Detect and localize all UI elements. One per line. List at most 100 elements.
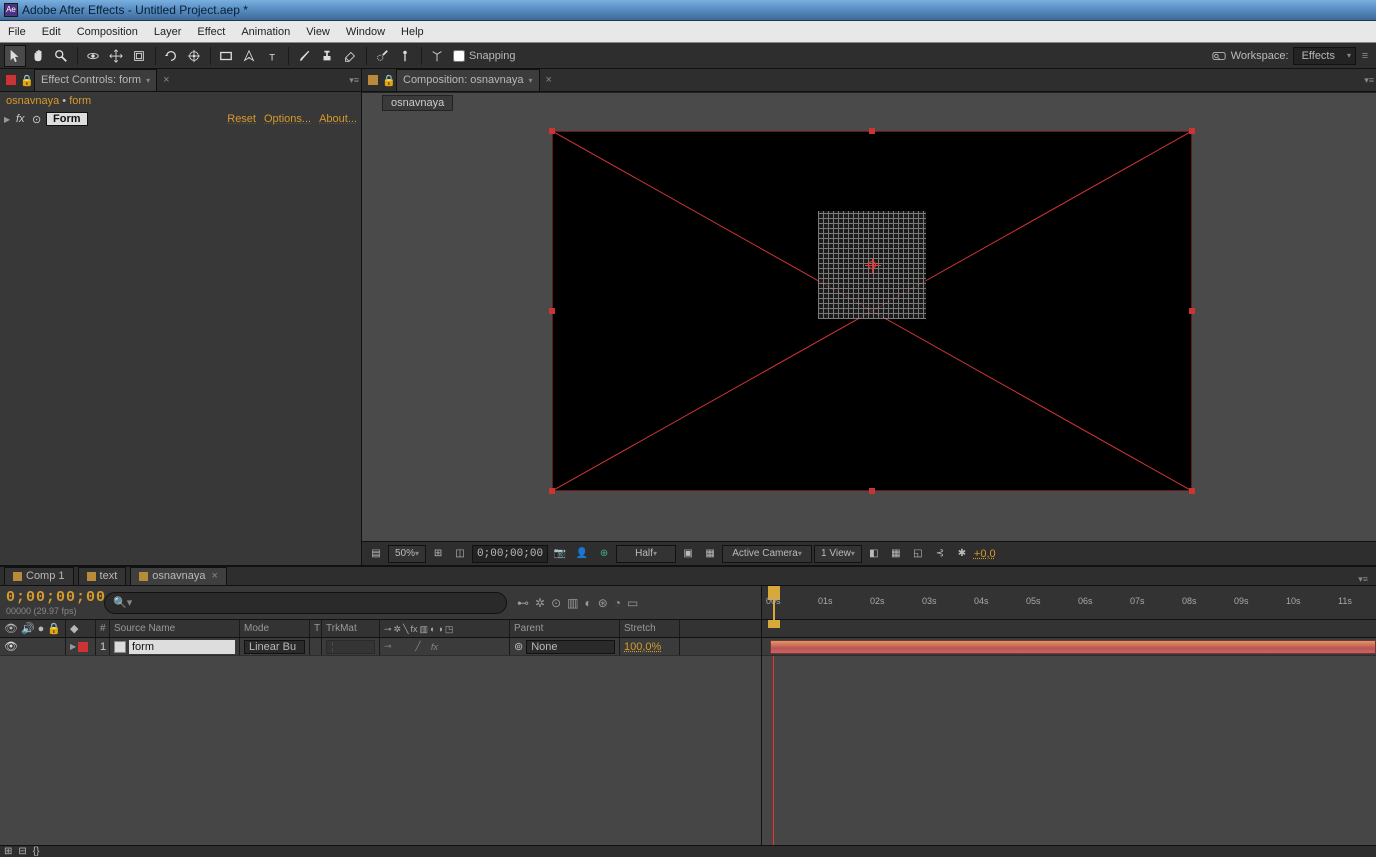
handle-mid-left[interactable] — [549, 308, 555, 314]
effect-name[interactable]: Form — [46, 112, 88, 126]
comp-flowchart-icon[interactable]: ⊰ — [930, 545, 950, 563]
layer-label-swatch[interactable] — [78, 642, 88, 652]
trkmat-col-header[interactable]: TrkMat — [322, 620, 380, 637]
toggle-in-out-icon[interactable]: {} — [33, 846, 40, 857]
composition-tab[interactable]: Composition: osnavnaya ▾ — [396, 69, 540, 91]
close-tab-icon[interactable]: × — [546, 74, 552, 86]
handle-mid-right[interactable] — [1189, 308, 1195, 314]
show-snapshot-icon[interactable]: 👤 — [572, 545, 592, 563]
toggle-switches-icon[interactable]: ⊞ — [4, 846, 12, 857]
pixel-aspect-icon[interactable]: ◧ — [864, 545, 884, 563]
views-dropdown[interactable]: 1 View — [814, 545, 862, 563]
current-time-block[interactable]: 0;00;00;00 00000 (29.97 fps) — [0, 586, 100, 619]
track-xy-camera-tool-icon[interactable] — [105, 45, 127, 67]
handle-top-left[interactable] — [549, 128, 555, 134]
quality-switch-icon[interactable]: ╲ — [403, 620, 408, 637]
timeline-empty-area[interactable] — [0, 656, 761, 845]
panel-menu-icon[interactable]: ▾≡ — [349, 75, 359, 86]
solo-col-icon[interactable]: ● — [38, 620, 45, 637]
effect-row-form[interactable]: ▶ fx ⊙ Form Reset Options... About... — [0, 110, 361, 128]
motion-blur-icon[interactable]: ◐ — [584, 596, 591, 610]
track-z-camera-tool-icon[interactable] — [128, 45, 150, 67]
timeline-tracks-empty[interactable] — [762, 656, 1376, 845]
hide-shy-icon[interactable]: ⊙ — [551, 596, 561, 610]
rotation-tool-icon[interactable] — [160, 45, 182, 67]
video-col-icon[interactable]: 👁 — [4, 620, 18, 637]
fx-toggle-icon[interactable]: fx — [16, 113, 30, 125]
auto-keyframe-icon[interactable]: ◔ — [614, 596, 621, 610]
toggle-modes-icon[interactable]: ⊟ — [18, 846, 26, 857]
pen-tool-icon[interactable] — [238, 45, 260, 67]
effect-about-link[interactable]: About... — [319, 113, 357, 125]
shy-toggle[interactable]: ⊸ — [384, 641, 396, 652]
label-col-icon[interactable]: ◆ — [70, 623, 78, 635]
trkmat-dropdown[interactable] — [326, 640, 375, 654]
menu-help[interactable]: Help — [393, 21, 432, 42]
fx-switch-icon[interactable]: fx — [411, 620, 418, 637]
puppet-pin-tool-icon[interactable] — [394, 45, 416, 67]
preserve-transparency-col-header[interactable]: T — [310, 620, 322, 637]
anchor-point-icon[interactable] — [868, 261, 876, 269]
timeline-tab-comp1[interactable]: Comp 1 — [4, 567, 74, 585]
index-col-header[interactable]: # — [96, 620, 110, 637]
brainstorm-icon[interactable]: ⊛ — [598, 596, 608, 610]
handle-bottom-mid[interactable] — [869, 488, 875, 494]
search-help-icon[interactable] — [1208, 45, 1230, 67]
lock-icon[interactable]: 🔒 — [382, 74, 394, 87]
parent-col-header[interactable]: Parent — [510, 620, 620, 637]
effect-options-link[interactable]: Options... — [264, 113, 311, 125]
effect-controls-tab[interactable]: Effect Controls: form ▾ — [34, 69, 157, 91]
layer-row-form[interactable]: 👁 ▶ 1 form Linear Bu ⊸ ╱ — [0, 638, 761, 656]
pan-behind-tool-icon[interactable] — [183, 45, 205, 67]
menu-file[interactable]: File — [0, 21, 34, 42]
fast-previews-icon[interactable]: ▦ — [886, 545, 906, 563]
handle-bottom-right[interactable] — [1189, 488, 1195, 494]
composition-canvas[interactable] — [552, 131, 1192, 491]
roto-brush-tool-icon[interactable] — [371, 45, 393, 67]
timeline-icon[interactable]: ◱ — [908, 545, 928, 563]
twirl-icon[interactable]: ▶ — [4, 115, 14, 124]
panel-menu-icon[interactable]: ▾≡ — [1364, 75, 1374, 86]
show-channel-icon[interactable]: ⊕ — [594, 545, 614, 563]
brush-tool-icon[interactable] — [293, 45, 315, 67]
timeline-tab-text[interactable]: text — [78, 567, 127, 585]
stretch-col-header[interactable]: Stretch — [620, 620, 680, 637]
collapse-switch-icon[interactable]: ✲ — [394, 620, 402, 637]
lock-icon[interactable]: 🔒 — [20, 74, 32, 87]
handle-bottom-left[interactable] — [549, 488, 555, 494]
current-time-display[interactable]: 0;00;00;00 — [472, 545, 548, 563]
composition-subtab[interactable]: osnavnaya — [382, 95, 453, 111]
selection-tool-icon[interactable] — [4, 45, 26, 67]
magnification-dropdown[interactable]: 50% — [388, 545, 426, 563]
menu-layer[interactable]: Layer — [146, 21, 190, 42]
toggle-mask-icon[interactable]: ◫ — [450, 545, 470, 563]
graph-editor-icon[interactable]: ▭ — [627, 596, 638, 610]
fx-toggle[interactable]: fx — [431, 642, 443, 652]
resolution-dropdown[interactable]: Half — [616, 545, 676, 563]
clone-stamp-tool-icon[interactable] — [316, 45, 338, 67]
always-preview-icon[interactable]: ▤ — [366, 545, 386, 563]
work-area-bar[interactable] — [762, 620, 1376, 638]
twirl-icon[interactable]: ▶ — [70, 642, 76, 651]
comp-mini-flowchart-icon[interactable]: ⊷ — [517, 596, 529, 610]
quality-toggle[interactable]: ╱ — [415, 641, 427, 652]
current-time-value[interactable]: 0;00;00;00 — [6, 589, 94, 606]
draft-3d-icon[interactable]: ✲ — [535, 596, 545, 610]
mode-col-header[interactable]: Mode — [240, 620, 310, 637]
menu-window[interactable]: Window — [338, 21, 393, 42]
menu-animation[interactable]: Animation — [233, 21, 298, 42]
motion-blur-switch-icon[interactable]: ◐ — [430, 620, 435, 637]
shy-switch-icon[interactable]: ⊸ — [384, 620, 392, 637]
workspace-dropdown[interactable]: Effects — [1293, 47, 1356, 65]
menu-effect[interactable]: Effect — [189, 21, 233, 42]
rectangle-tool-icon[interactable] — [215, 45, 237, 67]
snapshot-icon[interactable]: 📷 — [550, 545, 570, 563]
grid-guides-icon[interactable]: ⊞ — [428, 545, 448, 563]
handle-top-right[interactable] — [1189, 128, 1195, 134]
time-ruler[interactable]: 00s 01s 02s 03s 04s 05s 06s 07s 08s 09s … — [762, 586, 1376, 620]
type-tool-icon[interactable]: T — [261, 45, 283, 67]
source-name-col-header[interactable]: Source Name — [110, 620, 240, 637]
region-of-interest-icon[interactable]: ▣ — [678, 545, 698, 563]
lock-col-icon[interactable]: 🔒 — [47, 620, 61, 637]
composition-viewport[interactable]: osnavnaya — [362, 92, 1376, 541]
